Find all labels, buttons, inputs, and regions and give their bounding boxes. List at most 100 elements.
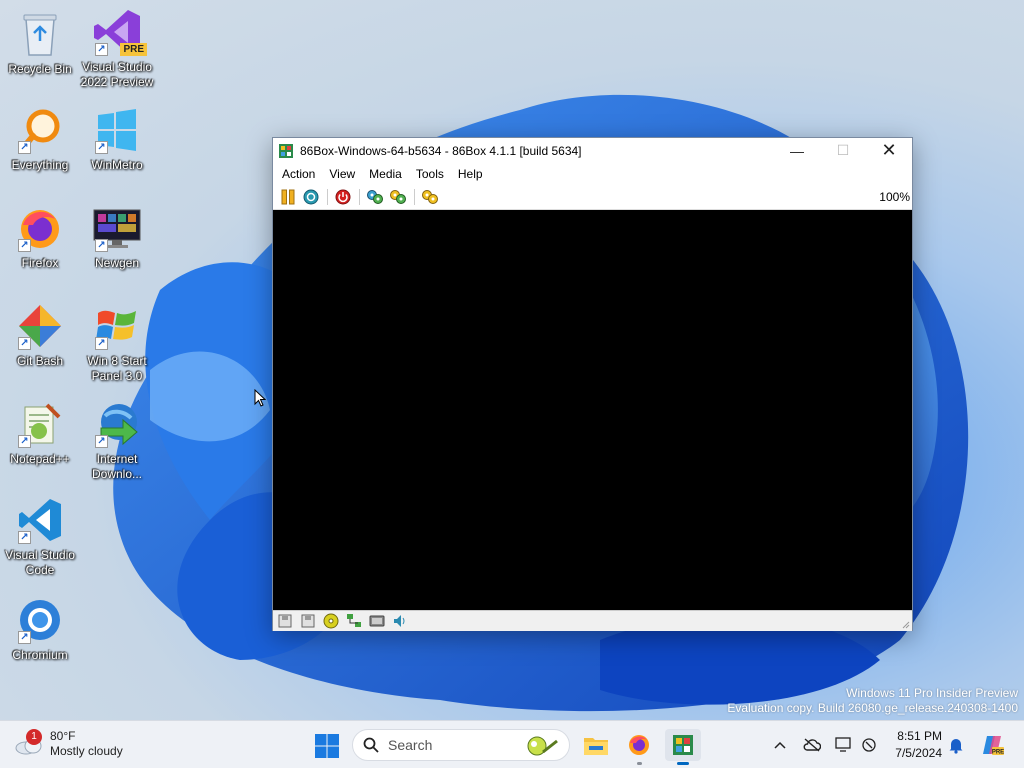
desktop-icon-label: Win 8 Start Panel 3.0 <box>87 354 147 383</box>
chevron-up-icon <box>774 741 786 749</box>
weather-widget[interactable]: 1 80°F Mostly cloudy <box>14 729 123 759</box>
86box-app-icon <box>673 735 693 755</box>
shortcut-arrow-icon: ↗ <box>95 435 108 448</box>
video-icon <box>369 615 385 627</box>
network-icon <box>347 614 361 627</box>
pre-badge: PRE <box>120 43 147 56</box>
floppy-b-icon <box>301 614 315 628</box>
desktop-icon-notepad-plus-plus[interactable]: ↗ Notepad++ <box>0 398 80 467</box>
desktop-icon-label: Internet Downlo... <box>91 452 143 481</box>
window-titlebar[interactable]: 86Box-Windows-64-b5634 - 86Box 4.1.1 [bu… <box>273 138 912 163</box>
copilot-button[interactable]: PRE <box>980 735 1006 756</box>
sound-button[interactable] <box>391 613 409 629</box>
running-indicator <box>637 762 642 765</box>
desktop-icon-visual-studio-2022-preview[interactable]: ↗ PRE Visual Studio 2022 Preview <box>77 6 157 90</box>
resize-grip-icon[interactable] <box>900 619 910 629</box>
taskbar-search-box[interactable]: Search <box>352 729 570 761</box>
toolbar: 100% <box>273 185 912 210</box>
shortcut-arrow-icon: ↗ <box>18 141 31 154</box>
firefox-icon <box>629 735 649 755</box>
menu-view[interactable]: View <box>322 163 362 185</box>
svg-text:PRE: PRE <box>992 750 1004 756</box>
desktop-icon-label: Recycle Bin <box>8 62 72 76</box>
bell-icon <box>949 739 963 754</box>
ctrl-alt-esc-button[interactable] <box>419 187 441 207</box>
weather-notification-badge: 1 <box>26 729 42 745</box>
86box-window[interactable]: 86Box-Windows-64-b5634 - 86Box 4.1.1 [bu… <box>272 137 913 631</box>
taskbar-file-explorer[interactable] <box>578 729 614 761</box>
desktop-icon-recycle-bin[interactable]: Recycle Bin <box>0 8 80 77</box>
desktop-icon-git-bash[interactable]: ↗ Git Bash <box>0 300 80 369</box>
shortcut-arrow-icon: ↗ <box>18 435 31 448</box>
shortcut-arrow-icon: ↗ <box>95 141 108 154</box>
network-disconnected-icon <box>862 738 876 752</box>
hard-reset-button[interactable] <box>387 187 409 207</box>
power-button[interactable] <box>332 187 354 207</box>
ctrl-alt-del-icon <box>303 189 319 205</box>
menu-action[interactable]: Action <box>275 163 322 185</box>
minimize-button[interactable]: — <box>774 138 820 163</box>
floppy-b-button[interactable] <box>299 613 317 629</box>
watermark-line-1: Windows 11 Pro Insider Preview <box>846 686 1018 700</box>
windows-logo-icon <box>315 734 339 758</box>
weather-temperature: 80°F <box>50 729 76 743</box>
settings-icon <box>367 190 383 204</box>
cdrom-button[interactable] <box>322 613 340 629</box>
desktop-icon-label: Chromium <box>12 648 68 662</box>
recycle-bin-icon <box>14 8 66 60</box>
notifications-button[interactable] <box>946 735 966 755</box>
status-bar <box>273 610 912 631</box>
toolbar-separator <box>359 189 360 205</box>
desktop-icon-firefox[interactable]: ↗ Firefox <box>0 202 80 271</box>
display-tray[interactable] <box>834 735 854 755</box>
desktop-icon-winmetro[interactable]: ↗ WinMetro <box>77 104 157 173</box>
active-app-indicator <box>677 762 689 765</box>
cdrom-icon <box>323 613 339 629</box>
shortcut-arrow-icon: ↗ <box>18 531 31 544</box>
taskbar-86box[interactable] <box>665 729 701 765</box>
search-placeholder: Search <box>388 737 433 753</box>
start-button[interactable] <box>314 733 340 759</box>
video-button[interactable] <box>368 613 386 629</box>
close-icon: ✕ <box>881 140 897 160</box>
floppy-a-icon <box>278 614 292 628</box>
network-tray[interactable] <box>860 735 880 755</box>
desktop-icon-label: Visual Studio 2022 Preview <box>80 60 154 89</box>
desktop-icon-label: Everything <box>11 158 69 172</box>
menu-tools[interactable]: Tools <box>409 163 451 185</box>
emulator-screen[interactable] <box>273 210 912 610</box>
settings-button[interactable] <box>364 187 386 207</box>
weather-condition: Mostly cloudy <box>50 744 123 758</box>
floppy-a-button[interactable] <box>276 613 294 629</box>
watermark-line-2: Evaluation copy. Build 26080.ge_release.… <box>727 701 1018 715</box>
ctrl-alt-del-button[interactable] <box>300 187 322 207</box>
desktop-icon-internet-download-manager[interactable]: ↗ Internet Downlo... <box>77 398 157 482</box>
minimize-icon: — <box>790 142 804 159</box>
shortcut-arrow-icon: ↗ <box>95 43 108 56</box>
desktop-icon-newgen[interactable]: ↗ Newgen <box>77 202 157 271</box>
sound-icon <box>394 615 405 627</box>
network-button[interactable] <box>345 613 363 629</box>
desktop-icon-chromium[interactable]: ↗ Chromium <box>0 594 80 663</box>
desktop-icon-label: WinMetro <box>91 158 143 172</box>
close-button[interactable]: ✕ <box>866 138 912 163</box>
taskbar-firefox[interactable] <box>621 729 657 765</box>
desktop-icon-vscode[interactable]: ↗ Visual Studio Code <box>0 494 80 578</box>
vscode-icon: ↗ <box>14 494 66 546</box>
winmetro-icon: ↗ <box>91 104 143 156</box>
show-hidden-icons-button[interactable] <box>770 735 790 755</box>
desktop-icon-everything[interactable]: ↗ Everything <box>0 104 80 173</box>
system-clock[interactable]: 8:51 PM 7/5/2024 <box>888 728 942 762</box>
newgen-monitor-icon: ↗ <box>91 202 143 254</box>
search-highlight-icon <box>527 736 558 756</box>
menu-media[interactable]: Media <box>362 163 409 185</box>
desktop-icon-label: Newgen <box>94 256 140 270</box>
shortcut-arrow-icon: ↗ <box>18 337 31 350</box>
pause-button[interactable] <box>277 187 299 207</box>
maximize-button[interactable]: ☐ <box>820 138 866 163</box>
search-icon <box>363 737 379 753</box>
onedrive-tray[interactable] <box>802 735 822 755</box>
menu-help[interactable]: Help <box>451 163 490 185</box>
desktop-icon-win8-start-panel[interactable]: ↗ Win 8 Start Panel 3.0 <box>77 300 157 384</box>
everything-search-icon: ↗ <box>14 104 66 156</box>
